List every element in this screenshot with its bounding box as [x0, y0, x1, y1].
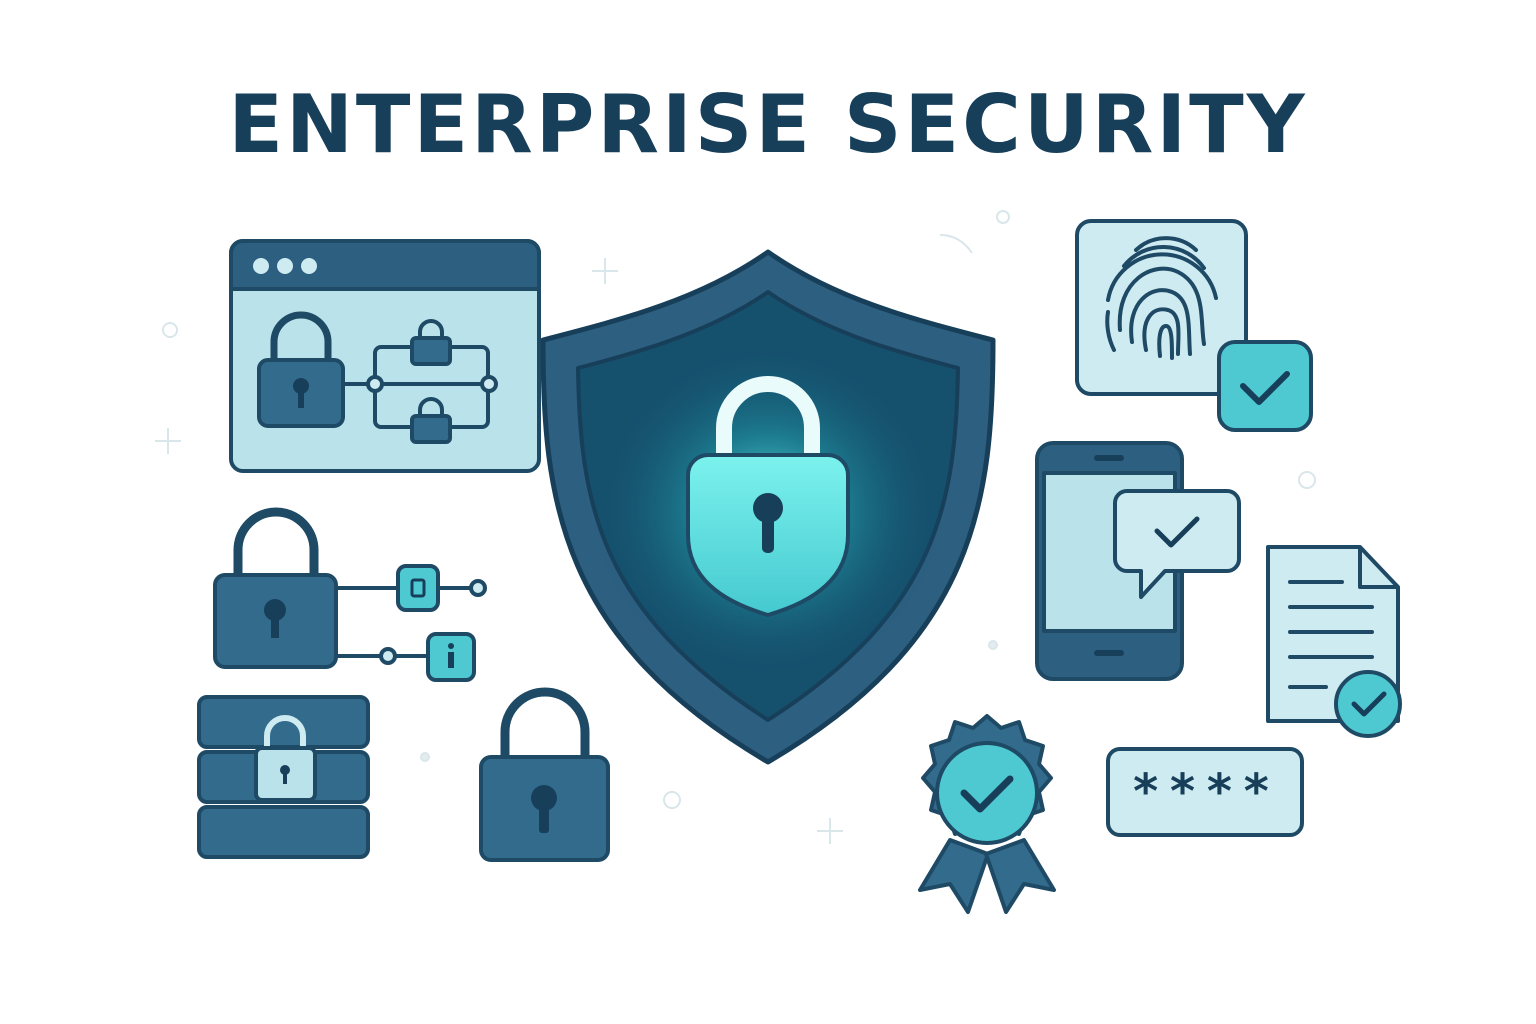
padlock-connected-nodes-icon [213, 507, 487, 682]
database-lock-icon [197, 695, 370, 859]
shield-lock-icon [540, 249, 996, 765]
award-ribbon-check-icon [918, 714, 1056, 914]
security-illustration: **** [155, 210, 1402, 914]
browser-window-lock-network-icon [229, 239, 541, 473]
verified-check-badge-icon [1217, 340, 1313, 432]
document-check-icon [1266, 545, 1402, 738]
illustration-canvas: ENTERPRISE SECURITY **** [0, 0, 1536, 1024]
padlock-icon [479, 687, 610, 862]
password-masked-text: **** [1131, 764, 1279, 820]
